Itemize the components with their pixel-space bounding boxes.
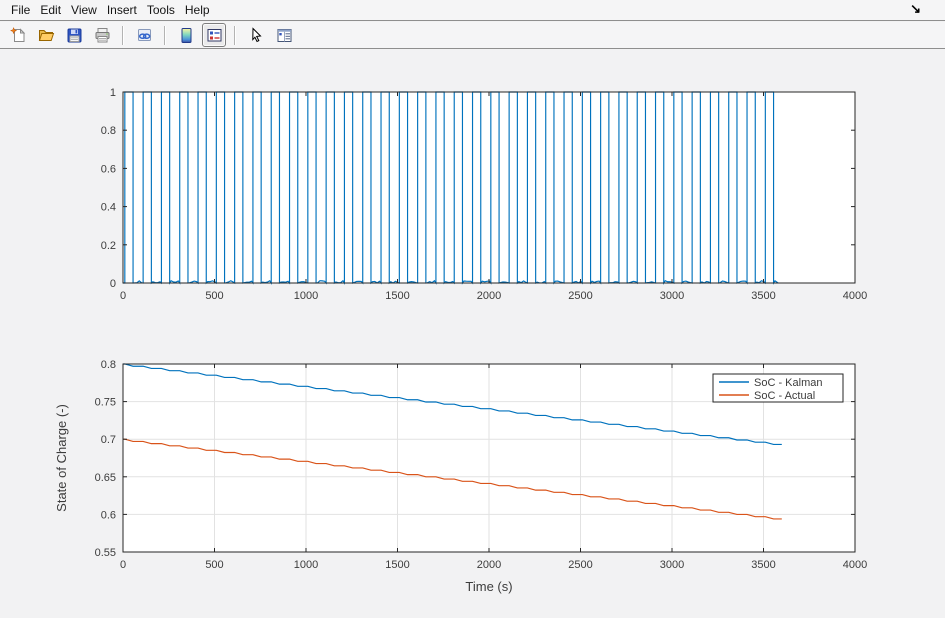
y-tick-label: 0.75 (95, 397, 116, 409)
x-tick-label: 4000 (843, 559, 867, 571)
print-figure-button[interactable] (90, 23, 114, 47)
y-tick-label: 0.8 (101, 359, 116, 371)
x-tick-label: 0 (120, 559, 126, 571)
save-figure-button[interactable] (62, 23, 86, 47)
series-line-soc-kalman (123, 364, 782, 444)
x-tick-label: 500 (205, 559, 223, 571)
menu-help[interactable]: Help (180, 1, 215, 19)
plot-browser-icon (276, 27, 293, 44)
new-figure-button[interactable] (6, 23, 30, 47)
insert-legend-button[interactable] (202, 23, 226, 47)
legend[interactable]: SoC - KalmanSoC - Actual (713, 374, 843, 402)
y-tick-label: 0.55 (95, 547, 116, 559)
x-tick-label: 3500 (751, 559, 775, 571)
y-tick-label: 0.65 (95, 472, 116, 484)
y-tick-label: 1 (110, 87, 116, 99)
save-icon (66, 27, 83, 44)
series-line-soc-actual (123, 439, 782, 519)
figure-window: { "window": { "dock_arrow": "↘" }, "menu… (0, 0, 945, 618)
x-tick-label: 1000 (294, 559, 318, 571)
pulse-chart: 0 500 1000 1500 2000 2500 3000 3500 4000 0 0.2 0.4 0… (101, 87, 868, 302)
legend-box[interactable] (713, 374, 843, 402)
menu-insert[interactable]: Insert (102, 1, 142, 19)
dock-figure-icon[interactable]: ↘ (910, 0, 921, 20)
x-tick-label: 500 (205, 290, 223, 302)
axes-box (123, 364, 855, 552)
x-tick-label: 3000 (660, 290, 684, 302)
x-tick-label: 3000 (660, 559, 684, 571)
figure-canvas: 0500100015002000250030003500400000.20.40… (0, 0, 945, 618)
open-folder-icon (38, 27, 55, 44)
y-axis-label: State of Charge (-) (54, 404, 69, 512)
menu-file[interactable]: File (6, 1, 35, 19)
x-tick-label: 2500 (568, 559, 592, 571)
x-tick-label: 2000 (477, 290, 501, 302)
x-tick-label: 4000 (843, 290, 867, 302)
x-tick-label: 0 (120, 290, 126, 302)
legend-label: SoC - Actual (754, 390, 815, 402)
menu-bar: File Edit View Insert Tools Help (0, 0, 945, 21)
legend-icon (206, 27, 223, 44)
x-tick-label: 2500 (568, 290, 592, 302)
y-tick-label: 0.2 (101, 240, 116, 252)
toolbar-separator (234, 26, 236, 45)
y-tick-label: 0 (110, 278, 116, 290)
y-tick-label: 0.8 (101, 125, 116, 137)
new-document-icon (10, 27, 27, 44)
series-line-current-pulse-train (123, 92, 778, 283)
soc-chart: 0 500 1000 1500 2000 2500 3000 3500 4000 0.55 0.6 0… (54, 359, 867, 594)
plot-area (123, 92, 855, 283)
menu-tools[interactable]: Tools (142, 1, 180, 19)
insert-colorbar-button[interactable] (174, 23, 198, 47)
plot-area (123, 364, 855, 552)
y-tick-label: 0.6 (101, 163, 116, 175)
menu-view[interactable]: View (66, 1, 102, 19)
y-tick-label: 0.4 (101, 202, 116, 214)
x-tick-label: 3500 (751, 290, 775, 302)
y-tick-label: 0.6 (101, 509, 116, 521)
x-tick-label: 1000 (294, 290, 318, 302)
x-tick-label: 1500 (385, 290, 409, 302)
colorbar-icon (178, 27, 195, 44)
toolbar-separator (122, 26, 124, 45)
link-plot-button[interactable] (132, 23, 156, 47)
figure-toolbar (0, 22, 945, 49)
edit-plot-button[interactable] (244, 23, 268, 47)
print-icon (94, 27, 111, 44)
axes-box (123, 92, 855, 283)
open-plot-browser-button[interactable] (272, 23, 296, 47)
x-axis-label: Time (s) (465, 579, 512, 594)
menu-edit[interactable]: Edit (35, 1, 66, 19)
y-tick-label: 0.7 (101, 434, 116, 446)
open-file-button[interactable] (34, 23, 58, 47)
x-tick-label: 2000 (477, 559, 501, 571)
x-tick-label: 1500 (385, 559, 409, 571)
cursor-arrow-icon (248, 27, 265, 44)
toolbar-separator (164, 26, 166, 45)
legend-label: SoC - Kalman (754, 377, 822, 389)
link-icon (136, 27, 153, 44)
